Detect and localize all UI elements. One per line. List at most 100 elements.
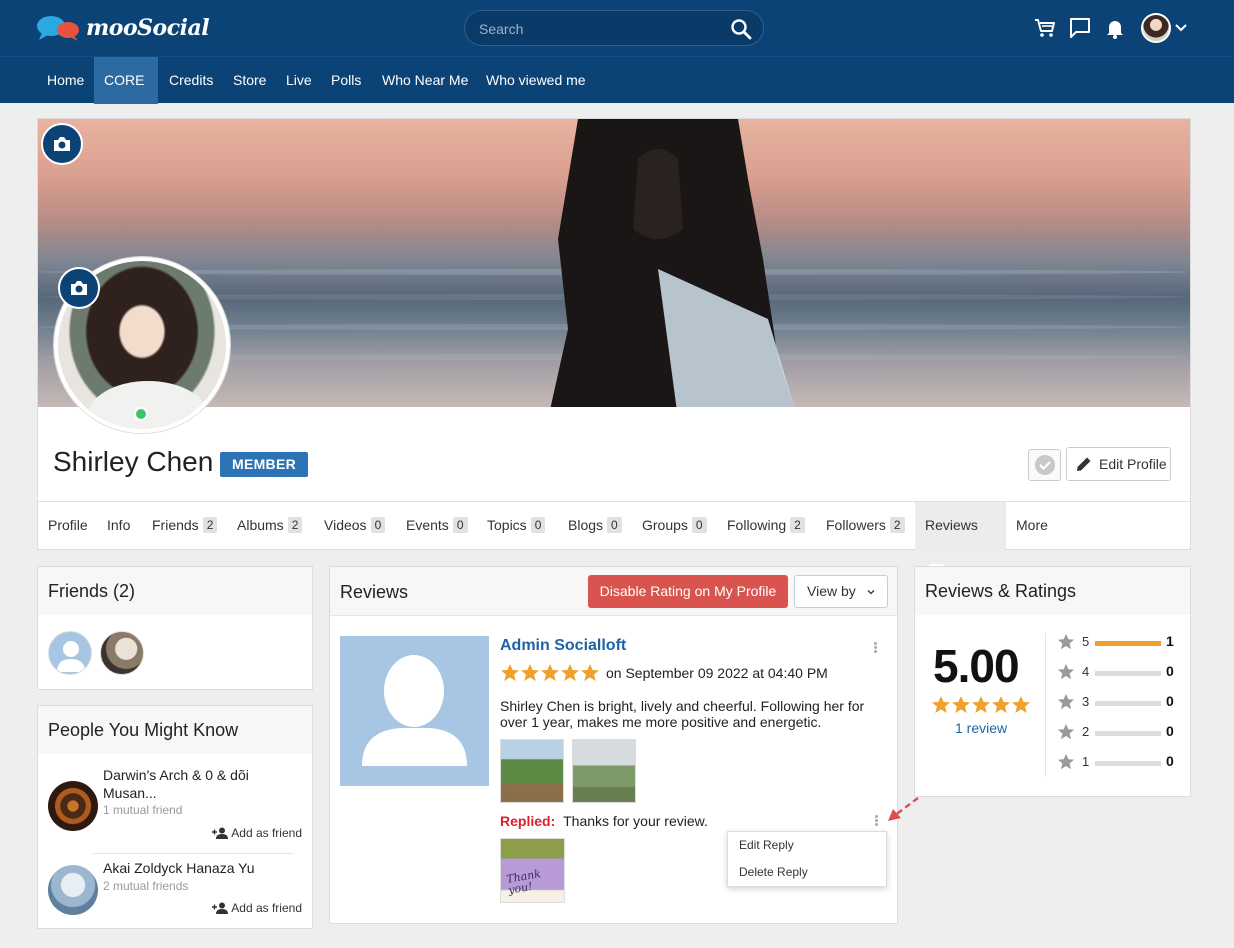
tab-count-badge: 0: [607, 517, 622, 533]
chevron-down-icon[interactable]: [1174, 20, 1188, 34]
star-icon: [952, 696, 970, 713]
tab-label: Albums: [237, 517, 284, 533]
star-icon: [1057, 663, 1075, 680]
tab-videos[interactable]: Videos 0: [324, 502, 386, 550]
rating-row-3: 30: [1057, 693, 1177, 713]
edit-profile-button[interactable]: Edit Profile: [1066, 447, 1171, 481]
logo-bubbles-icon: [36, 14, 82, 42]
search-box: [464, 10, 764, 46]
friend-avatar[interactable]: [100, 631, 144, 675]
tab-label: Friends: [152, 517, 199, 533]
change-cover-button[interactable]: [41, 123, 83, 165]
reply-photo-thumbnail[interactable]: Thank you!: [500, 838, 565, 903]
tab-events[interactable]: Events 0: [406, 502, 468, 550]
nav-label: Live: [286, 72, 312, 88]
tab-blogs[interactable]: Blogs 0: [568, 502, 622, 550]
tab-label: Blogs: [568, 517, 604, 533]
delete-reply-menu-item[interactable]: Delete Reply: [739, 865, 808, 879]
view-by-dropdown[interactable]: View by: [794, 575, 888, 608]
tab-reviews[interactable]: Reviews1: [915, 502, 1006, 580]
change-avatar-button[interactable]: [58, 267, 100, 309]
friends-title: Friends (2): [48, 581, 136, 601]
average-score: 5.00: [933, 640, 1020, 692]
pymk-avatar[interactable]: [48, 865, 98, 915]
tab-topics[interactable]: Topics 0: [487, 502, 546, 550]
add-friend-button[interactable]: Add as friend: [212, 901, 302, 915]
nav-item-who-near-me[interactable]: Who Near Me: [372, 57, 478, 104]
search-input[interactable]: [479, 19, 719, 39]
edit-profile-label: Edit Profile: [1099, 456, 1167, 472]
site-logo[interactable]: mooSocial: [36, 14, 210, 42]
ratings-title: Reviews & Ratings: [925, 581, 1077, 601]
review-photo-thumbnail[interactable]: [500, 739, 564, 803]
nav-item-store[interactable]: Store: [223, 57, 276, 104]
reviewer-name-link[interactable]: Admin Socialloft: [500, 637, 626, 655]
verify-button[interactable]: [1028, 449, 1061, 481]
tab-albums[interactable]: Albums 2: [237, 502, 303, 550]
nav-item-credits[interactable]: Credits: [159, 57, 223, 104]
tab-followers[interactable]: Followers 2: [826, 502, 905, 550]
tab-label: Videos: [324, 517, 367, 533]
divider: [93, 853, 293, 854]
cart-icon[interactable]: [1033, 16, 1057, 40]
tab-info[interactable]: Info: [107, 502, 130, 550]
tab-more[interactable]: More: [1016, 502, 1048, 550]
nav-item-core[interactable]: CORE: [94, 57, 158, 130]
add-friend-button[interactable]: Add as friend: [212, 826, 302, 840]
reply-options-icon[interactable]: [871, 814, 881, 828]
user-avatar[interactable]: [1141, 13, 1171, 43]
star-icon: [581, 664, 599, 681]
rating-count: 0: [1166, 753, 1174, 769]
ratings-header: Reviews & Ratings: [915, 567, 1190, 615]
tab-friends[interactable]: Friends 2: [152, 502, 218, 550]
pymk-name[interactable]: Akai Zoldyck Hanaza Yu: [103, 859, 293, 877]
rating-row-1: 10: [1057, 753, 1177, 773]
edit-reply-menu-item[interactable]: Edit Reply: [739, 838, 794, 852]
camera-icon: [54, 137, 70, 151]
pymk-item: Akai Zoldyck Hanaza Yu 2 mutual friends …: [48, 859, 302, 919]
online-status-indicator: [134, 407, 148, 421]
nav-label: Polls: [331, 72, 362, 88]
pymk-avatar[interactable]: [48, 781, 98, 831]
search-icon[interactable]: [729, 17, 753, 41]
star-icon: [972, 696, 990, 713]
review-photo-thumbnail[interactable]: [572, 739, 636, 803]
add-user-icon: [212, 902, 229, 914]
chevron-down-icon: [867, 590, 875, 595]
tab-following[interactable]: Following 2: [727, 502, 805, 550]
tab-label: Events: [406, 517, 449, 533]
tab-count-badge: 0: [691, 517, 707, 533]
nav-item-home[interactable]: Home: [36, 57, 95, 104]
nav-item-live[interactable]: Live: [276, 57, 322, 104]
tab-groups[interactable]: Groups 0: [642, 502, 707, 550]
star-icon: [932, 696, 950, 713]
pymk-name[interactable]: Darwin's Arch & 0 & dõi Musan...: [103, 766, 293, 802]
reply-options-menu: Edit Reply Delete Reply: [727, 831, 887, 887]
star-icon: [992, 696, 1010, 713]
review-options-icon[interactable]: [870, 641, 880, 655]
tab-label: Topics: [487, 517, 527, 533]
friend-avatar[interactable]: [48, 631, 92, 675]
add-friend-label: Add as friend: [231, 901, 302, 915]
tab-count-badge: 0: [452, 517, 468, 533]
star-icon: [1057, 633, 1075, 650]
friends-panel: Friends (2): [37, 566, 313, 690]
nav-item-polls[interactable]: Polls: [321, 57, 371, 104]
disable-rating-button[interactable]: Disable Rating on My Profile: [588, 575, 788, 608]
rating-count: 1: [1166, 633, 1174, 649]
messages-icon[interactable]: [1068, 16, 1092, 40]
review-stars: on September 09 2022 at 04:40 PM: [500, 663, 828, 683]
reviewer-avatar[interactable]: [340, 636, 489, 786]
rating-level: 3: [1082, 694, 1090, 709]
nav-item-who-viewed-me[interactable]: Who viewed me: [476, 57, 596, 104]
rating-bar: [1095, 701, 1161, 706]
add-friend-label: Add as friend: [231, 826, 302, 840]
rating-bar-fill: [1095, 641, 1161, 646]
review-date: on September 09 2022 at 04:40 PM: [606, 665, 828, 681]
thank-you-sticker-text: Thank you!: [505, 867, 542, 897]
review-count-link[interactable]: 1 review: [955, 720, 1007, 736]
reviews-header: Reviews Disable Rating on My Profile Vie…: [330, 567, 897, 616]
tab-label: Profile: [48, 517, 88, 533]
tab-profile[interactable]: Profile: [48, 502, 88, 550]
bell-icon[interactable]: [1103, 16, 1127, 40]
